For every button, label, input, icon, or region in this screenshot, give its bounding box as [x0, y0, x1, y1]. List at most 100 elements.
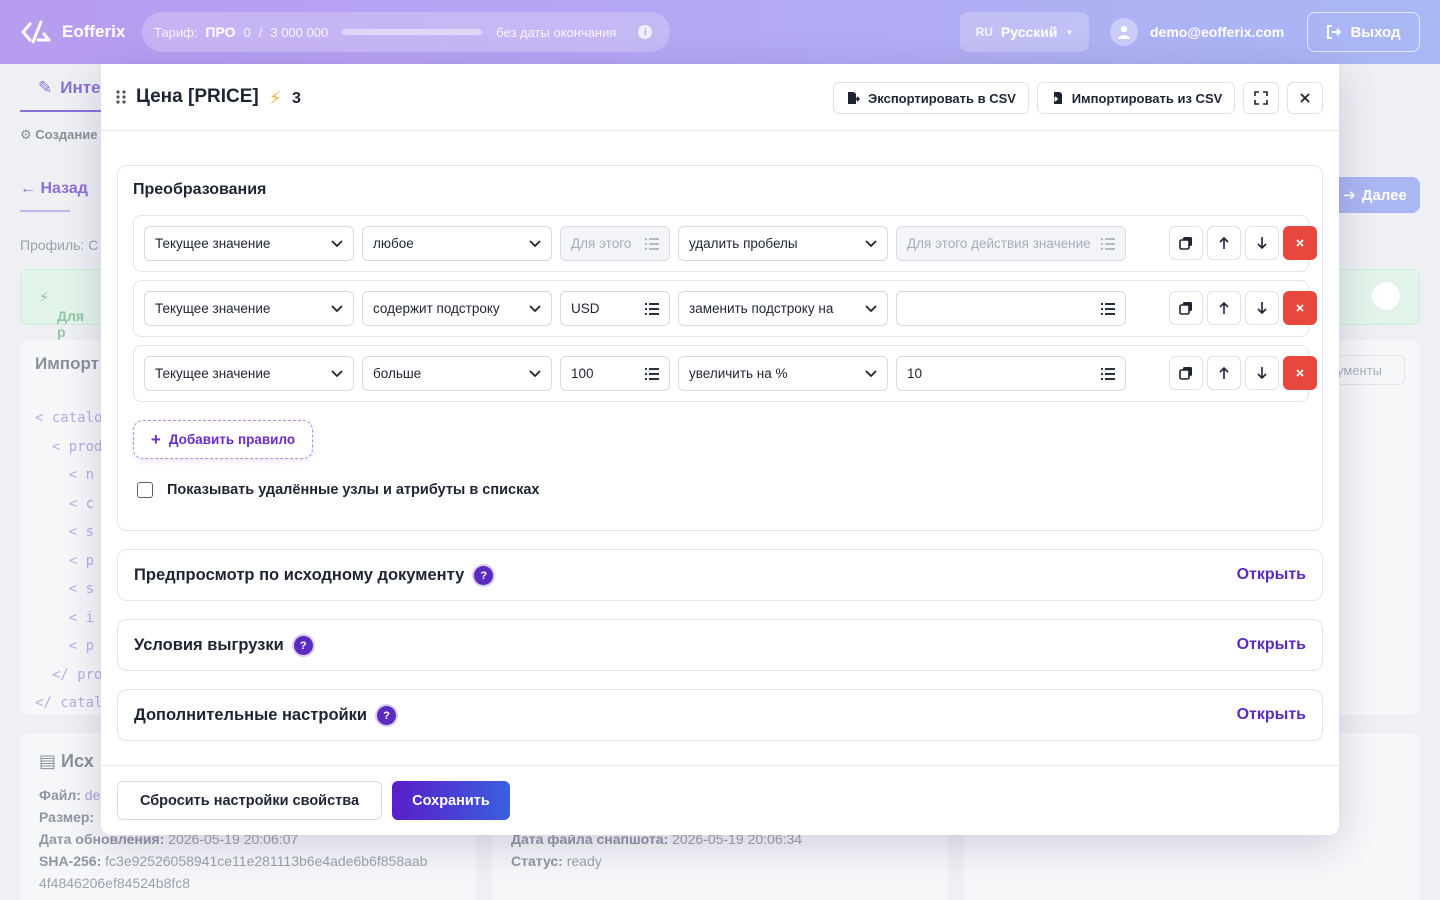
user-email: demo@eofferix.com [1150, 24, 1285, 40]
modal-footer: Сбросить настройки свойства Сохранить [101, 765, 1339, 835]
drag-handle-icon[interactable] [116, 90, 126, 104]
move-down-button[interactable] [1245, 356, 1279, 390]
fullscreen-button[interactable] [1243, 82, 1279, 114]
close-button[interactable] [1287, 82, 1323, 114]
brand-name: Eofferix [62, 22, 126, 41]
chevron-down-icon [865, 369, 877, 377]
rule-source-select[interactable]: Текущее значение [144, 291, 354, 326]
list-icon[interactable] [1101, 302, 1115, 315]
background-tab[interactable]: ✎ Инте [38, 78, 101, 98]
delete-rule-button[interactable] [1283, 226, 1317, 260]
rule-action-select[interactable]: заменить подстроку на [678, 291, 888, 326]
logout-button[interactable]: Выход [1307, 12, 1420, 52]
rule-row: Текущее значение любое Для этого удалить пр… [133, 215, 1317, 272]
accordion-title: Предпросмотр по исходному документу? [134, 566, 494, 585]
rule-condition-select[interactable]: содержит подстроку [362, 291, 552, 326]
help-icon[interactable]: ? [293, 636, 313, 655]
add-rule-button[interactable]: + Добавить правило [133, 420, 313, 459]
help-icon[interactable] [1372, 282, 1400, 310]
copy-icon [1179, 237, 1192, 250]
modal-header: Цена [PRICE] ⚡ 3 Экспортировать в CSV Им… [101, 64, 1339, 131]
xml-line: < i [35, 609, 95, 626]
rule-condition-select[interactable]: больше [362, 356, 552, 391]
delete-rule-button[interactable] [1283, 356, 1317, 390]
chevron-down-icon [331, 304, 343, 312]
rule-row: Текущее значение содержит подстроку USD зам… [133, 280, 1317, 337]
delete-icon [1296, 304, 1304, 312]
list-icon[interactable] [1101, 367, 1115, 380]
move-up-button[interactable] [1207, 291, 1241, 325]
accordion-open-link[interactable]: Открыть [1237, 636, 1306, 654]
arrow-up-icon [1219, 366, 1229, 379]
breadcrumb: ⚙ Создание [20, 127, 98, 142]
rule-condition-input[interactable]: USD [560, 291, 670, 326]
duplicate-rule-button[interactable] [1169, 356, 1203, 390]
xml-line: < p [35, 552, 95, 569]
tariff-plan: ПРО [205, 24, 236, 40]
accordion-title-text: Предпросмотр по исходному документу [134, 566, 465, 584]
duplicate-rule-button[interactable] [1169, 226, 1203, 260]
xml-line: < p [35, 638, 95, 654]
user-menu[interactable]: demo@eofferix.com [1110, 18, 1284, 46]
show-deleted-checkbox[interactable] [137, 482, 153, 498]
brand-logo[interactable]: Eofferix [20, 18, 125, 46]
next-button[interactable]: ➔ Далее [1330, 177, 1420, 213]
list-icon[interactable] [645, 302, 659, 315]
profile-label: Профиль: С [20, 237, 99, 253]
list-icon[interactable] [645, 367, 659, 380]
accordion-section[interactable]: Условия выгрузки? Открыть [117, 619, 1323, 671]
import-title: Импорт [35, 354, 99, 373]
move-down-button[interactable] [1245, 226, 1279, 260]
xml-line: < prod [35, 438, 103, 455]
accordion-section[interactable]: Предпросмотр по исходному документу? Откр… [117, 549, 1323, 601]
rule-source-select[interactable]: Текущее значение [144, 226, 354, 261]
source-title: ▤ Исх [39, 751, 94, 771]
accordion-section[interactable]: Дополнительные настройки? Открыть [117, 689, 1323, 741]
accordion-title-text: Дополнительные настройки [134, 706, 368, 724]
reset-settings-button[interactable]: Сбросить настройки свойства [117, 781, 382, 820]
info-icon[interactable]: i [638, 25, 653, 39]
accordion-open-link[interactable]: Открыть [1237, 566, 1306, 584]
rule-condition-value: больше [373, 366, 422, 381]
import-csv-button[interactable]: Импортировать из CSV [1037, 82, 1235, 114]
list-icon[interactable] [645, 237, 659, 250]
show-deleted-option[interactable]: Показывать удалённые узлы и атрибуты в с… [137, 482, 539, 498]
duplicate-rule-button[interactable] [1169, 291, 1203, 325]
back-link[interactable]: ← Назад [20, 180, 88, 198]
move-up-button[interactable] [1207, 356, 1241, 390]
arguments-button[interactable]: ументы [1330, 355, 1405, 385]
background-tab-label: Инте [60, 78, 101, 97]
xml-line: < c [35, 495, 95, 512]
delete-rule-button[interactable] [1283, 291, 1317, 325]
rule-condition-input: Для этого [560, 226, 670, 261]
help-icon[interactable]: ? [377, 706, 397, 725]
rule-count: 3 [292, 90, 301, 107]
user-icon [1110, 18, 1138, 46]
rule-source-value: Текущее значение [155, 301, 271, 316]
list-icon[interactable] [1101, 237, 1115, 250]
rule-action-select[interactable]: увеличить на % [678, 356, 888, 391]
transformations-title: Преобразования [133, 181, 267, 198]
rule-action-select[interactable]: удалить пробелы [678, 226, 888, 261]
rule-action-input[interactable] [896, 291, 1126, 326]
accordion-title-text: Условия выгрузки [134, 636, 284, 654]
rule-condition-select[interactable]: любое [362, 226, 552, 261]
help-icon[interactable]: ? [474, 566, 494, 585]
xml-tree: < catalo < prod < n < c < s < p < s < i … [35, 404, 102, 718]
usage-progress-bar [342, 29, 483, 35]
language-name: Русский [1000, 24, 1058, 40]
language-selector[interactable]: RU Русский ▼ [960, 12, 1089, 52]
move-up-button[interactable] [1207, 226, 1241, 260]
rule-condition-input[interactable]: 100 [560, 356, 670, 391]
tab-underline [20, 110, 102, 112]
rule-source-select[interactable]: Текущее значение [144, 356, 354, 391]
language-code: RU [975, 25, 993, 39]
usage-separator: / [258, 24, 263, 40]
chevron-down-icon [529, 369, 541, 377]
xml-line: < catalo [35, 410, 103, 426]
accordion-open-link[interactable]: Открыть [1237, 706, 1306, 724]
save-button[interactable]: Сохранить [392, 781, 510, 820]
export-csv-button[interactable]: Экспортировать в CSV [833, 82, 1029, 114]
rule-action-input[interactable]: 10 [896, 356, 1126, 391]
move-down-button[interactable] [1245, 291, 1279, 325]
